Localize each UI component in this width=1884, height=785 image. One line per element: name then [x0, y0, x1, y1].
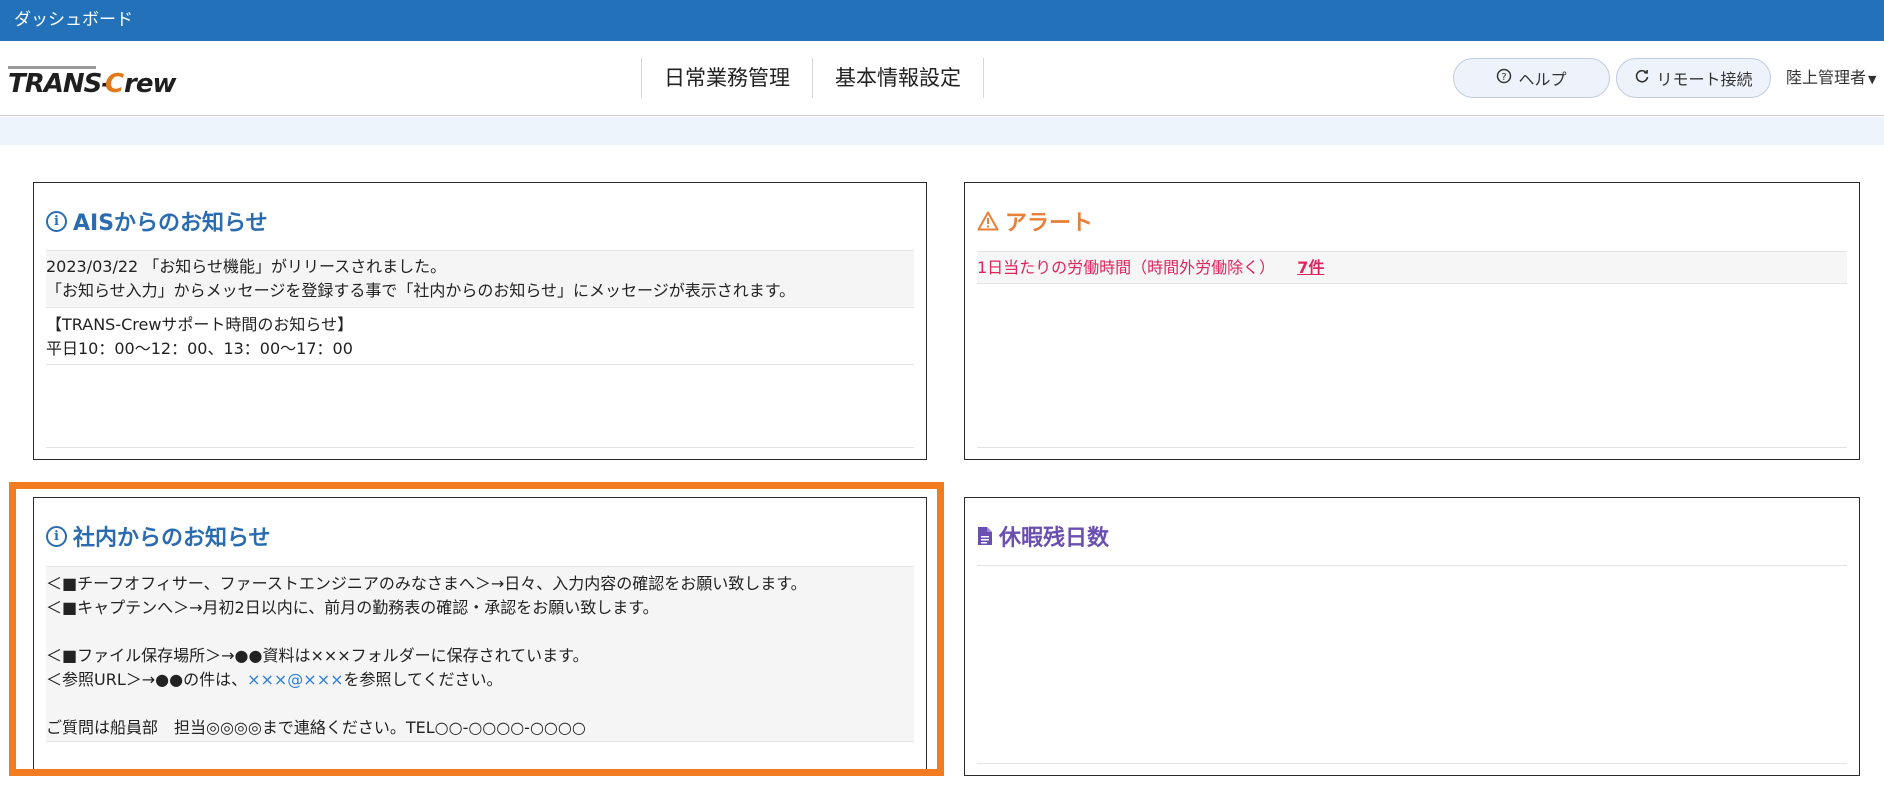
divider	[977, 763, 1847, 764]
company-notice-line: ＜■チーフオフィサー、ファーストエンジニアのみなさまへ＞→日々、入力内容の確認を…	[46, 574, 807, 593]
ais-message: 【TRANS-Crewサポート時間のお知らせ】 平日10：00〜12：00、13…	[46, 308, 914, 365]
ais-notice-panel: i AISからのお知らせ 2023/03/22 「お知らせ機能」がリリースされま…	[33, 182, 927, 460]
ais-message-line: 平日10：00〜12：00、13：00〜17：00	[46, 339, 353, 358]
alert-title: アラート	[977, 205, 1093, 237]
company-notice-body: ＜■チーフオフィサー、ファーストエンジニアのみなさまへ＞→日々、入力内容の確認を…	[46, 566, 914, 742]
ref-suffix: を参照してください。	[343, 670, 503, 689]
nav-basic-settings[interactable]: 基本情報設定	[812, 58, 984, 98]
nav-daily-operations[interactable]: 日常業務管理	[641, 58, 812, 98]
info-icon: i	[46, 210, 67, 232]
leave-balance-panel: 休暇残日数	[964, 497, 1860, 776]
help-button[interactable]: ? ヘルプ	[1453, 58, 1610, 98]
divider	[977, 565, 1847, 566]
warning-icon	[977, 211, 999, 231]
alert-item-text: 1日当たりの労働時間（時間外労働除く）	[977, 258, 1276, 277]
help-label: ヘルプ	[1518, 70, 1567, 89]
trans-crew-logo[interactable]: TRANS- C rew	[8, 61, 188, 99]
remote-connect-button[interactable]: リモート接続	[1616, 58, 1771, 98]
user-menu[interactable]: 陸上管理者 ▼	[1786, 58, 1876, 98]
company-notice-line: ＜■ファイル保存場所＞→●●資料は×××フォルダーに保存されています。	[46, 646, 589, 665]
company-notice-line: ＜参照URL＞→●●の件は、×××@×××を参照してください。	[46, 668, 914, 692]
remote-label: リモート接続	[1656, 70, 1753, 89]
svg-text:rew: rew	[124, 69, 177, 97]
svg-text:C: C	[105, 69, 124, 97]
ais-message: 2023/03/22 「お知らせ機能」がリリースされました。 「お知らせ入力」か…	[46, 251, 914, 308]
alert-panel: アラート 1日当たりの労働時間（時間外労働除く） 7件	[964, 182, 1860, 460]
window-titlebar: ダッシュボード	[0, 0, 1884, 41]
alert-item: 1日当たりの労働時間（時間外労働除く） 7件	[977, 251, 1847, 284]
company-notice-title-text: 社内からのお知らせ	[73, 526, 271, 551]
company-notice-line: ＜■キャプテンへ＞→月初2日以内に、前月の勤務表の確認・承認をお願い致します。	[46, 598, 659, 617]
divider	[46, 364, 914, 365]
divider	[977, 447, 1847, 448]
info-icon: i	[46, 525, 67, 547]
ais-notice-title-text: AISからのお知らせ	[73, 211, 268, 236]
ais-message-line: 【TRANS-Crewサポート時間のお知らせ】	[46, 315, 354, 334]
company-notice-line: ご質問は船員部 担当◎◎◎◎まで連絡ください。TEL○○-○○○○-○○○○	[46, 718, 586, 737]
ais-notice-title: i AISからのお知らせ	[46, 205, 268, 237]
company-notice-panel: i 社内からのお知らせ ＜■チーフオフィサー、ファーストエンジニアのみなさまへ＞…	[33, 497, 927, 773]
app-header: TRANS- C rew 日常業務管理 基本情報設定 ? ヘルプ リモート接続 …	[0, 41, 1884, 116]
company-notice-title: i 社内からのお知らせ	[46, 520, 271, 552]
reference-link[interactable]: ×××@×××	[247, 670, 343, 689]
question-circle-icon: ?	[1496, 68, 1512, 88]
document-icon	[977, 526, 993, 546]
window-title: ダッシュボード	[14, 10, 133, 30]
ais-message-line: 2023/03/22 「お知らせ機能」がリリースされました。	[46, 257, 447, 276]
caret-down-icon: ▼	[1868, 73, 1877, 86]
svg-text:TRANS-: TRANS-	[8, 69, 111, 97]
ais-message-line: 「お知らせ入力」からメッセージを登録する事で「社内からのお知らせ」にメッセージが…	[46, 281, 796, 300]
divider	[46, 447, 914, 448]
refresh-icon	[1634, 68, 1650, 88]
alert-count-link[interactable]: 7件	[1297, 258, 1324, 277]
svg-text:?: ?	[1502, 72, 1507, 83]
main-nav: 日常業務管理 基本情報設定	[641, 58, 984, 98]
leave-balance-title-text: 休暇残日数	[999, 526, 1110, 551]
user-name: 陸上管理者	[1786, 68, 1867, 87]
alert-title-text: アラート	[1005, 211, 1094, 236]
leave-balance-title: 休暇残日数	[977, 520, 1109, 552]
sub-toolbar	[0, 117, 1884, 145]
ref-prefix: ＜参照URL＞→●●の件は、	[46, 670, 248, 689]
